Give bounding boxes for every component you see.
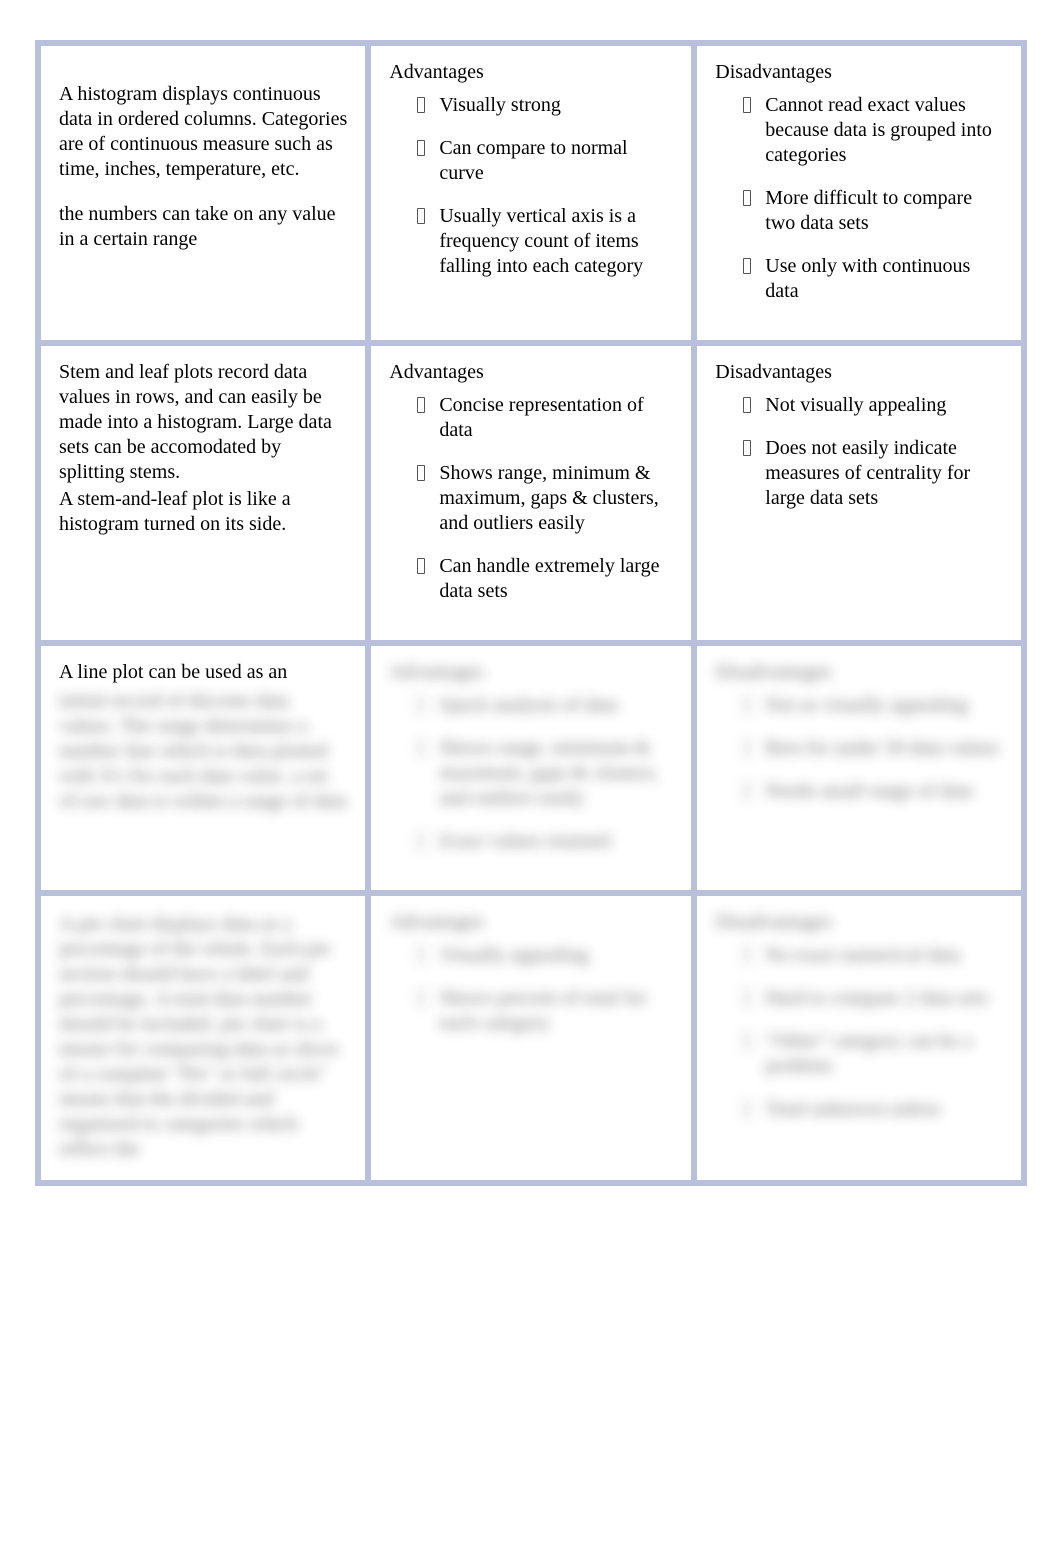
description-cell: A pie chart displays data as a percentag… <box>35 890 365 1186</box>
list-item: Not as visually appealing <box>743 693 1005 718</box>
list-item: Visually strong <box>417 93 675 118</box>
table-row: A pie chart displays data as a percentag… <box>35 890 1027 1186</box>
list-item: Concise representation of data <box>417 393 675 443</box>
disadvantages-list: Not as visually appealing Best for under … <box>715 693 1005 804</box>
description-sub: A stem-and-leaf plot is like a histogram… <box>59 487 349 537</box>
list-item: Hard to compare 2 data sets <box>743 986 1005 1011</box>
list-item: Needs small range of data <box>743 779 1005 804</box>
list-item: Shows percent of total for each category <box>417 986 675 1036</box>
advantages-heading: Advantages <box>389 910 675 935</box>
comparison-table: A histogram displays continuous data in … <box>35 40 1027 1186</box>
table-row: A line plot can be used as an initial rec… <box>35 640 1027 890</box>
description-main: Stem and leaf plots record data values i… <box>59 360 349 485</box>
advantages-heading: Advantages <box>389 660 675 685</box>
list-item: Quick analysis of data <box>417 693 675 718</box>
list-item: Does not easily indicate measures of cen… <box>743 436 1005 511</box>
description-sub: the numbers can take on any value in a c… <box>59 202 349 252</box>
description-sub: initial record of discrete data values. … <box>59 689 349 814</box>
list-item: Cannot read exact values because data is… <box>743 93 1005 168</box>
list-item: "Other" category can be a problem <box>743 1029 1005 1079</box>
advantages-heading: Advantages <box>389 360 675 385</box>
advantages-heading: Advantages <box>389 60 675 85</box>
disadvantages-list: No exact numerical data Hard to compare 2… <box>715 943 1005 1122</box>
advantages-list: Visually strong Can compare to normal cur… <box>389 93 675 279</box>
disadvantages-heading: Disadvantages <box>715 910 1005 935</box>
list-item: Use only with continuous data <box>743 254 1005 304</box>
description-cell: Stem and leaf plots record data values i… <box>35 340 365 640</box>
list-item: Shows range, minimum & maximum, gaps & c… <box>417 461 675 536</box>
disadvantages-cell: Disadvantages Not visually appealing Does … <box>691 340 1027 640</box>
advantages-list: Concise representation of data Shows rang… <box>389 393 675 604</box>
list-item: Visually appealing <box>417 943 675 968</box>
disadvantages-cell: Disadvantages Not as visually appealing Be… <box>691 640 1027 890</box>
disadvantages-cell: Disadvantages Cannot read exact values be… <box>691 40 1027 340</box>
advantages-cell: Advantages Concise representation of data… <box>365 340 691 640</box>
table-row: Stem and leaf plots record data values i… <box>35 340 1027 640</box>
advantages-list: Quick analysis of data Shows range, minim… <box>389 693 675 854</box>
list-item: Exact values retained <box>417 829 675 854</box>
list-item: Best for under 50 data values <box>743 736 1005 761</box>
advantages-cell: Advantages Visually appealing Shows percen… <box>365 890 691 1186</box>
description-cell: A histogram displays continuous data in … <box>35 40 365 340</box>
disadvantages-heading: Disadvantages <box>715 60 1005 85</box>
description-cell: A line plot can be used as an initial rec… <box>35 640 365 890</box>
disadvantages-heading: Disadvantages <box>715 360 1005 385</box>
description-main: A histogram displays continuous data in … <box>59 82 349 182</box>
comparison-table-wrapper: A histogram displays continuous data in … <box>0 0 1062 1186</box>
table-row: A histogram displays continuous data in … <box>35 40 1027 340</box>
list-item: Can handle extremely large data sets <box>417 554 675 604</box>
description-main: A line plot can be used as an <box>59 660 349 685</box>
disadvantages-heading: Disadvantages <box>715 660 1005 685</box>
advantages-cell: Advantages Visually strong Can compare to … <box>365 40 691 340</box>
list-item: Total unknown unless <box>743 1097 1005 1122</box>
list-item: Shows range, minimum & maximum, gaps & c… <box>417 736 675 811</box>
list-item: More difficult to compare two data sets <box>743 186 1005 236</box>
description-sub: A pie chart displays data as a percentag… <box>59 912 349 1162</box>
disadvantages-list: Not visually appealing Does not easily in… <box>715 393 1005 511</box>
advantages-list: Visually appealing Shows percent of total… <box>389 943 675 1036</box>
disadvantages-list: Cannot read exact values because data is… <box>715 93 1005 304</box>
list-item: No exact numerical data <box>743 943 1005 968</box>
advantages-cell: Advantages Quick analysis of data Shows ra… <box>365 640 691 890</box>
list-item: Can compare to normal curve <box>417 136 675 186</box>
disadvantages-cell: Disadvantages No exact numerical data Hard… <box>691 890 1027 1186</box>
list-item: Usually vertical axis is a frequency cou… <box>417 204 675 279</box>
list-item: Not visually appealing <box>743 393 1005 418</box>
